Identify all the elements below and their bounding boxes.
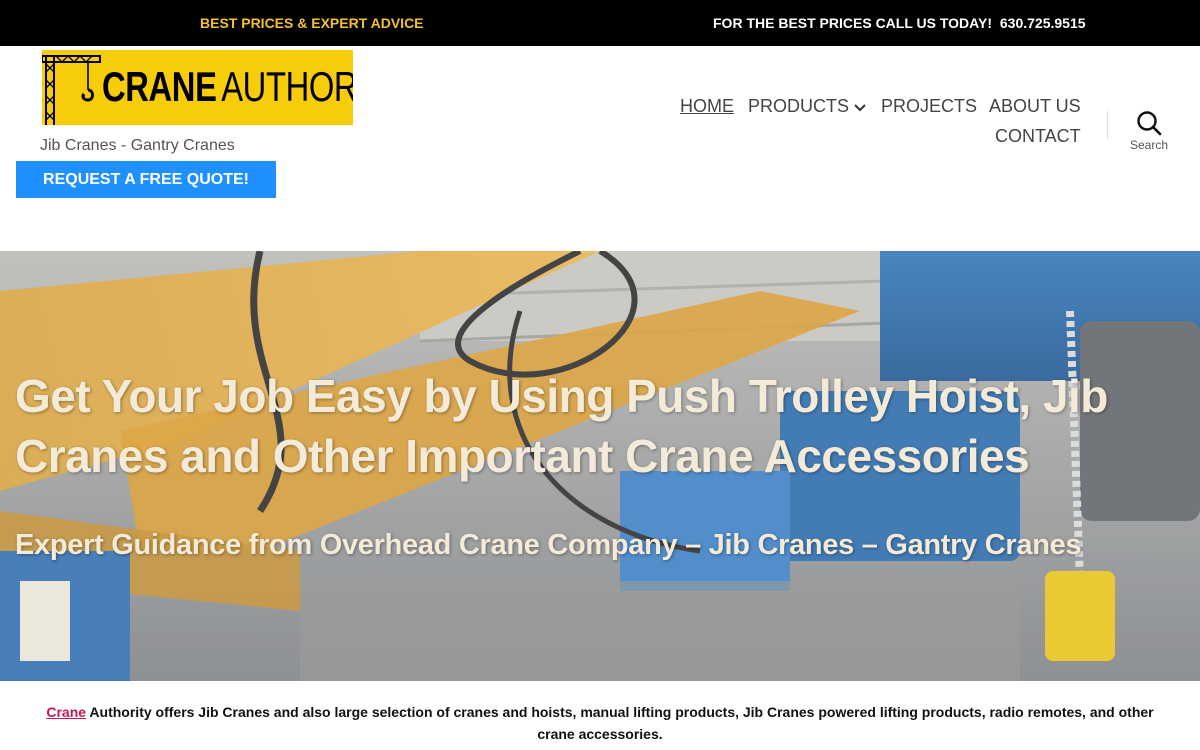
hero-banner: Get Your Job Easy by Using Push Trolley … <box>0 251 1200 681</box>
chevron-down-icon[interactable] <box>853 97 867 118</box>
search-icon <box>1137 111 1162 136</box>
nav-divider <box>1107 111 1108 139</box>
nav-item-about-us[interactable]: ABOUT US <box>989 96 1081 117</box>
search-label: Search <box>1129 138 1169 152</box>
intro-crane-link[interactable]: Crane <box>46 704 86 720</box>
crane-icon <box>42 55 101 125</box>
topbar-call-message: FOR THE BEST PRICES CALL US TODAY! <box>713 15 992 31</box>
site-header: CRANEAUTHORITY Jib Cranes - Gantry Crane… <box>0 46 1200 251</box>
nav-item-products-label: PRODUCTS <box>748 96 850 116</box>
top-bar: BEST PRICES & EXPERT ADVICE FOR THE BEST… <box>0 0 1200 46</box>
intro-paragraph: Crane Authority offers Jib Cranes and al… <box>40 701 1160 745</box>
nav-item-contact[interactable]: CONTACT <box>995 126 1081 147</box>
hero-title: Get Your Job Easy by Using Push Trolley … <box>15 370 1108 482</box>
logo-word-crane: CRANE <box>102 63 217 110</box>
topbar-call-text: FOR THE BEST PRICES CALL US TODAY! 630.7… <box>713 15 1086 31</box>
site-tagline: Jib Cranes - Gantry Cranes <box>40 137 235 154</box>
site-logo[interactable]: CRANEAUTHORITY <box>42 50 353 125</box>
hero-subtitle: Expert Guidance from Overhead Crane Comp… <box>15 529 1082 561</box>
topbar-promo-text: BEST PRICES & EXPERT ADVICE <box>200 15 424 31</box>
intro-text: Authority offers Jib Cranes and also lar… <box>89 704 1154 742</box>
request-quote-button[interactable]: REQUEST A FREE QUOTE! <box>16 161 276 198</box>
nav-item-projects[interactable]: PROJECTS <box>881 96 977 117</box>
search-button[interactable]: Search <box>1124 110 1174 160</box>
logo-wordmark: CRANEAUTHORITY <box>102 64 353 110</box>
logo-word-authority: AUTHORITY <box>221 63 353 110</box>
nav-item-products[interactable]: PRODUCTS <box>748 96 867 118</box>
topbar-phone[interactable]: 630.725.9515 <box>1000 15 1086 31</box>
nav-item-home[interactable]: HOME <box>680 96 734 117</box>
